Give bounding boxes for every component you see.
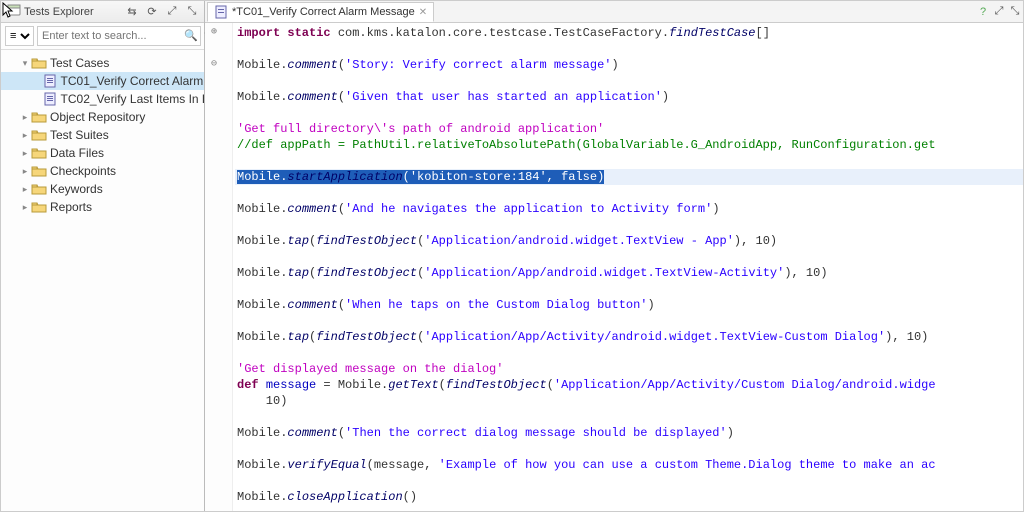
folder-icon (31, 128, 47, 142)
code-line[interactable]: Mobile.comment('Then the correct dialog … (235, 425, 1023, 441)
expand-all-icon[interactable]: ⤡ (184, 4, 200, 20)
tree-view[interactable]: ▾Test Cases▸TC01_Verify Correct Alarm Me… (1, 50, 204, 511)
code-line[interactable] (235, 217, 1023, 233)
code-line[interactable]: import static com.kms.katalon.core.testc… (235, 25, 1023, 41)
tree-folder[interactable]: ▸ Data Files (1, 144, 204, 162)
link-with-editor-icon[interactable]: ⇆ (124, 4, 140, 20)
testcase-icon (42, 92, 58, 106)
tree-folder[interactable]: ▸ Checkpoints (1, 162, 204, 180)
code-line[interactable] (235, 73, 1023, 89)
tree-label: Keywords (50, 182, 103, 196)
code-line[interactable]: def message = Mobile.getText(findTestObj… (235, 377, 1023, 393)
code-line[interactable]: 10) (235, 393, 1023, 409)
editor-tab[interactable]: *TC01_Verify Correct Alarm Message ✕ (207, 2, 434, 22)
code-line[interactable]: 'Get full directory\'s path of android a… (235, 121, 1023, 137)
code-line[interactable] (235, 473, 1023, 489)
tree-folder[interactable]: ▸ Test Suites (1, 126, 204, 144)
tree-label: Reports (50, 200, 92, 214)
twisty-icon[interactable]: ▾ (19, 58, 31, 69)
testcase-icon (214, 5, 228, 19)
folder-icon (31, 164, 47, 178)
search-input[interactable] (37, 26, 201, 46)
tree-label: Test Suites (50, 128, 109, 142)
close-tab-icon[interactable]: ✕ (419, 7, 427, 18)
twisty-icon[interactable]: ▸ (19, 112, 31, 123)
tests-explorer-panel: Tests Explorer ⇆ ⟳ ⤢ ⤡ ≡ 🔍 ↻ ▾Test Cases… (1, 1, 205, 511)
code-editor[interactable]: import static com.kms.katalon.core.testc… (233, 23, 1023, 511)
twisty-icon[interactable]: ▸ (19, 148, 31, 159)
mouse-cursor-icon (2, 2, 14, 18)
help-icon[interactable]: ? (975, 4, 991, 20)
code-line[interactable] (235, 345, 1023, 361)
search-icon[interactable]: 🔍 (184, 29, 198, 42)
folder-icon (31, 200, 47, 214)
tree-label: Test Cases (50, 56, 109, 70)
code-line[interactable] (235, 41, 1023, 57)
code-line[interactable] (235, 441, 1023, 457)
code-line[interactable]: Mobile.startApplication('kobiton-store:1… (235, 169, 1023, 185)
twisty-icon[interactable]: ▸ (19, 130, 31, 141)
panel-title: Tests Explorer (5, 3, 124, 20)
tree-label: TC01_Verify Correct Alarm Message (61, 74, 204, 88)
code-line[interactable]: Mobile.comment('Given that user has star… (235, 89, 1023, 105)
tree-folder[interactable]: ▸ Keywords (1, 180, 204, 198)
code-line[interactable]: Mobile.comment('And he navigates the app… (235, 201, 1023, 217)
code-gutter[interactable]: ⊕⊖ (205, 23, 233, 511)
code-line[interactable] (235, 105, 1023, 121)
code-line[interactable]: 'Get displayed message on the dialog' (235, 361, 1023, 377)
code-line[interactable]: Mobile.comment('When he taps on the Cust… (235, 297, 1023, 313)
testcase-icon (42, 74, 58, 88)
tree-label: Object Repository (50, 110, 145, 124)
folder-icon (31, 110, 47, 124)
tree-label: Data Files (50, 146, 104, 160)
tree-testcase[interactable]: ▸TC01_Verify Correct Alarm Message (1, 72, 204, 90)
maximize-icon[interactable]: ⤢ (991, 4, 1007, 20)
twisty-icon[interactable]: ▸ (19, 184, 31, 195)
code-line[interactable]: Mobile.tap(findTestObject('Application/A… (235, 329, 1023, 345)
collapse-all-icon[interactable]: ⤢ (164, 4, 180, 20)
code-line[interactable] (235, 185, 1023, 201)
tree-label: TC02_Verify Last Items In List (61, 92, 204, 106)
filter-select[interactable]: ≡ (5, 26, 34, 46)
tree-label: Checkpoints (50, 164, 116, 178)
code-line[interactable] (235, 281, 1023, 297)
folder-icon (31, 146, 47, 160)
tree-testcase[interactable]: ▸TC02_Verify Last Items In List (1, 90, 204, 108)
tree-folder[interactable]: ▾ Test Cases (1, 54, 204, 72)
folder-icon (31, 56, 47, 70)
code-line[interactable] (235, 153, 1023, 169)
tree-folder[interactable]: ▸ Reports (1, 198, 204, 216)
code-line[interactable] (235, 313, 1023, 329)
refresh-icon[interactable]: ⟳ (144, 4, 160, 20)
restore-icon[interactable]: ⤡ (1007, 4, 1023, 20)
code-line[interactable] (235, 409, 1023, 425)
tree-folder[interactable]: ▸ Object Repository (1, 108, 204, 126)
code-line[interactable]: Mobile.closeApplication() (235, 489, 1023, 505)
editor-area: *TC01_Verify Correct Alarm Message ✕ ? ⤢… (205, 1, 1023, 511)
code-line[interactable]: Mobile.tap(findTestObject('Application/A… (235, 265, 1023, 281)
code-line[interactable]: Mobile.verifyEqual(message, 'Example of … (235, 457, 1023, 473)
code-line[interactable]: Mobile.tap(findTestObject('Application/a… (235, 233, 1023, 249)
code-line[interactable] (235, 249, 1023, 265)
code-line[interactable]: //def appPath = PathUtil.relativeToAbsol… (235, 137, 1023, 153)
twisty-icon[interactable]: ▸ (19, 202, 31, 213)
twisty-icon[interactable]: ▸ (19, 166, 31, 177)
folder-icon (31, 182, 47, 196)
editor-tab-label: *TC01_Verify Correct Alarm Message (232, 6, 415, 18)
code-line[interactable]: Mobile.comment('Story: Verify correct al… (235, 57, 1023, 73)
